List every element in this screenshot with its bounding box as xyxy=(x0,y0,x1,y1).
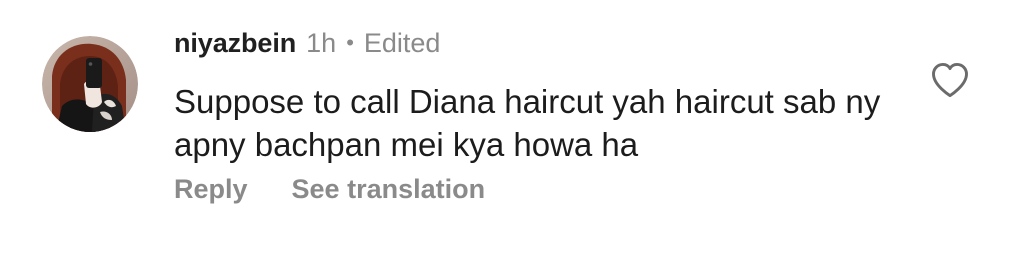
edited-label: Edited xyxy=(363,28,441,58)
comment-actions: Reply See translation xyxy=(174,174,485,205)
see-translation-button[interactable]: See translation xyxy=(292,174,486,205)
heart-outline-icon[interactable] xyxy=(928,58,972,102)
timestamp: 1h xyxy=(306,28,337,58)
comment-item: niyazbein 1h • Edited Suppose to call Di… xyxy=(0,0,1024,253)
username[interactable]: niyazbein xyxy=(174,28,296,59)
reply-button[interactable]: Reply xyxy=(174,174,248,205)
comment-text: Suppose to call Diana haircut yah haircu… xyxy=(174,83,881,163)
separator-dot: • xyxy=(346,30,354,55)
comment-header: niyazbein 1h • Edited xyxy=(174,28,440,64)
avatar[interactable] xyxy=(42,36,138,132)
